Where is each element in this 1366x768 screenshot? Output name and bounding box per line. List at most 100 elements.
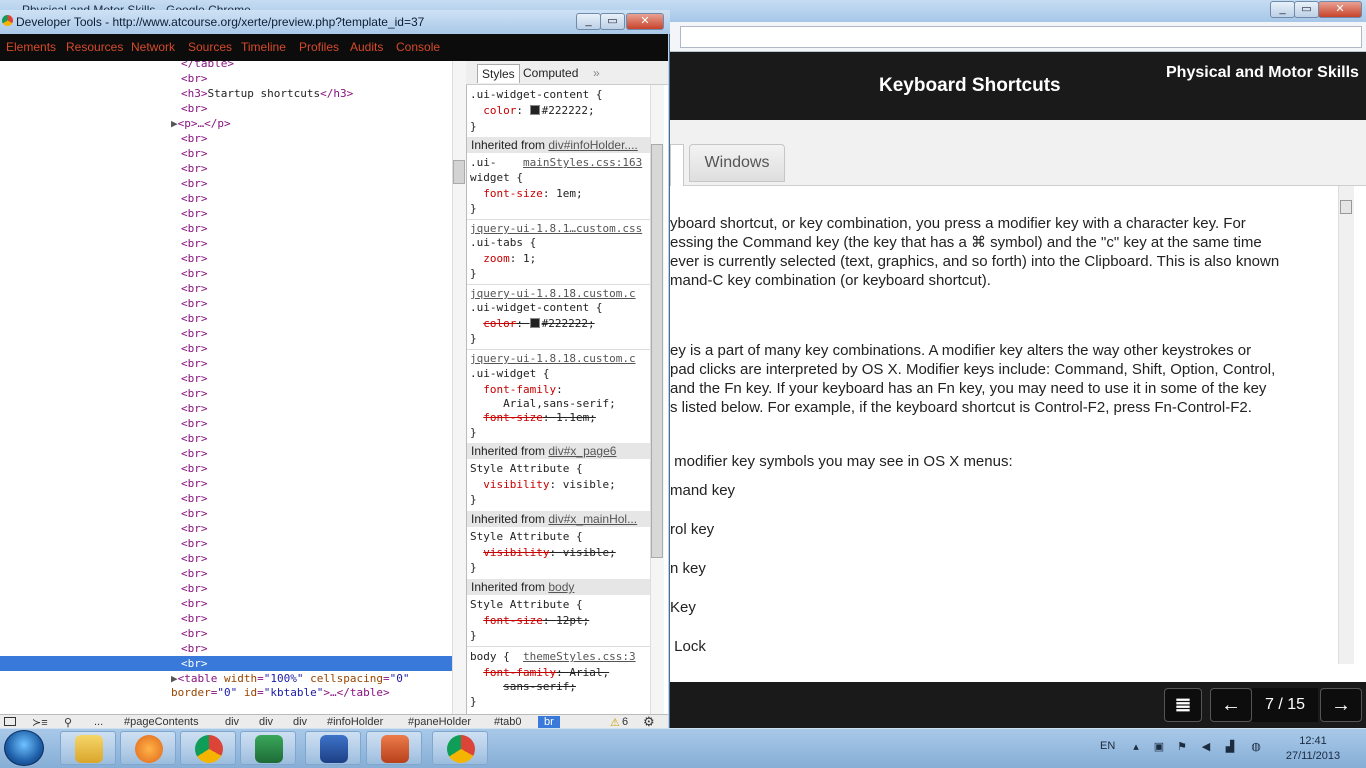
tab-mac[interactable] (670, 144, 684, 186)
dock-icon[interactable] (4, 717, 16, 726)
clock[interactable]: 12:41 27/11/2013 (1280, 734, 1346, 764)
dom-node[interactable]: <br> (0, 146, 452, 161)
dom-node[interactable]: <br> (0, 221, 452, 236)
dom-node[interactable]: <br> (0, 161, 452, 176)
device-icon[interactable]: ▣ (1153, 741, 1165, 753)
excel-icon[interactable] (240, 731, 296, 765)
dom-node[interactable]: <br> (0, 521, 452, 536)
tab-profiles[interactable]: Profiles (299, 40, 339, 54)
dom-node[interactable]: <br> (0, 491, 452, 506)
word-icon[interactable] (305, 731, 361, 765)
breadcrumb-item[interactable]: #tab0 (494, 716, 522, 728)
chrome-close-button[interactable]: ✕ (1318, 1, 1362, 18)
dom-node[interactable]: <br> (0, 371, 452, 386)
action-center-flag-icon[interactable]: ⚑ (1176, 741, 1188, 753)
css-selector[interactable]: .ui-widget { (470, 366, 650, 382)
inherited-link[interactable]: div#infoHolder.... (548, 138, 637, 152)
css-selector[interactable]: body { themeStyles.css:3 (470, 649, 650, 665)
dom-node[interactable]: <br> (0, 71, 452, 86)
dom-node[interactable]: <br> (0, 356, 452, 371)
color-swatch[interactable] (529, 318, 540, 328)
dom-node-selected[interactable]: <br> (0, 656, 452, 671)
dom-node-collapsed[interactable]: ▶<p>…</p> (0, 116, 452, 131)
dom-node[interactable]: <br> (0, 191, 452, 206)
css-declaration-overridden[interactable]: font-size: 1.1em; (470, 410, 650, 426)
more-tabs-icon[interactable]: » (589, 64, 604, 82)
dom-node[interactable]: <br> (0, 431, 452, 446)
powerpoint-icon[interactable] (366, 731, 422, 765)
dom-node[interactable]: <br> (0, 446, 452, 461)
expand-triangle-icon[interactable]: ▶ (171, 117, 178, 130)
breadcrumb-item-selected[interactable]: br (538, 716, 560, 728)
css-selector[interactable]: Style Attribute { (470, 461, 650, 477)
content-scrollbar[interactable] (1338, 186, 1354, 664)
chrome-maximize-button[interactable]: ▭ (1294, 1, 1319, 18)
css-selector[interactable]: .ui-widget-content { (470, 300, 650, 316)
dom-node[interactable]: <br> (0, 476, 452, 491)
dom-node-continued[interactable]: border="0" id="kbtable">…</table> (0, 685, 452, 700)
warning-count[interactable]: 6 (622, 716, 628, 728)
dom-node[interactable]: <br> (0, 596, 452, 611)
css-declaration-value[interactable]: sans-serif; (470, 679, 650, 695)
styles-scrollbar-thumb[interactable] (651, 144, 663, 558)
dom-node[interactable]: <br> (0, 611, 452, 626)
breadcrumb-ellipsis[interactable]: ... (94, 716, 103, 728)
tab-sources[interactable]: Sources (188, 40, 232, 54)
dom-node[interactable]: <br> (0, 101, 452, 116)
css-declaration[interactable]: font-size: 1em; (470, 186, 650, 202)
chrome-icon[interactable] (180, 731, 236, 765)
dom-node[interactable]: <br> (0, 341, 452, 356)
css-declaration[interactable]: color: #222222; (470, 103, 650, 119)
dom-node[interactable]: <br> (0, 311, 452, 326)
dom-scrollbar-thumb[interactable] (453, 160, 465, 184)
css-selector[interactable]: Style Attribute { (470, 597, 650, 613)
dom-node[interactable]: <h3>Startup shortcuts</h3> (0, 86, 452, 101)
css-declaration[interactable]: zoom: 1; (470, 251, 650, 267)
css-selector[interactable]: Style Attribute { (470, 529, 650, 545)
chrome-minimize-button[interactable]: _ (1270, 1, 1295, 18)
tab-elements[interactable]: Elements (6, 40, 56, 54)
tab-windows[interactable]: Windows (689, 144, 785, 182)
breadcrumb-item[interactable]: div (225, 716, 239, 728)
volume-icon[interactable]: ◀ (1200, 741, 1212, 753)
dom-node[interactable]: <br> (0, 566, 452, 581)
css-declaration-overridden[interactable]: visibility: visible; (470, 545, 650, 561)
breadcrumb-item[interactable]: div (259, 716, 273, 728)
dom-node[interactable]: <br> (0, 266, 452, 281)
css-source-link[interactable]: mainStyles.css:163 (523, 156, 642, 169)
dom-node[interactable]: <br> (0, 461, 452, 476)
dom-node[interactable]: <br> (0, 536, 452, 551)
address-bar[interactable] (680, 26, 1362, 48)
inherited-link[interactable]: body (548, 580, 574, 594)
dom-node[interactable]: <br> (0, 176, 452, 191)
dom-node[interactable]: <br> (0, 386, 452, 401)
dom-node[interactable]: <br> (0, 131, 452, 146)
css-source-link[interactable]: themeStyles.css:3 (523, 650, 636, 663)
breadcrumb-item[interactable]: #paneHolder (408, 716, 471, 728)
language-indicator[interactable]: EN (1100, 740, 1115, 752)
dom-node[interactable]: <br> (0, 281, 452, 296)
breadcrumb-item[interactable]: div (293, 716, 307, 728)
css-selector[interactable]: .ui- mainStyles.css:163 (470, 155, 650, 171)
css-declaration[interactable]: visibility: visible; (470, 477, 650, 493)
color-swatch[interactable] (529, 105, 540, 115)
content-scrollbar-thumb[interactable] (1340, 200, 1352, 214)
start-button[interactable] (4, 730, 44, 766)
dom-node[interactable]: </table> (0, 61, 452, 71)
breadcrumb-item[interactable]: #pageContents (124, 716, 199, 728)
explorer-icon[interactable] (60, 731, 116, 765)
tab-audits[interactable]: Audits (350, 40, 383, 54)
devtools-maximize-button[interactable]: ▭ (600, 13, 625, 30)
tab-computed[interactable]: Computed (519, 64, 582, 82)
tab-network[interactable]: Network (131, 40, 175, 54)
dom-node[interactable]: <br> (0, 581, 452, 596)
css-selector[interactable]: .ui-widget-content { (470, 87, 650, 103)
dom-node[interactable]: <br> (0, 296, 452, 311)
next-page-button[interactable]: → (1320, 688, 1362, 722)
dom-node[interactable]: <br> (0, 416, 452, 431)
dom-node[interactable]: <br> (0, 326, 452, 341)
dom-node-collapsed[interactable]: ▶<table width="100%" cellspacing="0" (0, 671, 452, 686)
css-declaration-overridden[interactable]: color: #222222; (470, 316, 650, 332)
dom-node[interactable]: <br> (0, 401, 452, 416)
dom-node[interactable]: <br> (0, 626, 452, 641)
